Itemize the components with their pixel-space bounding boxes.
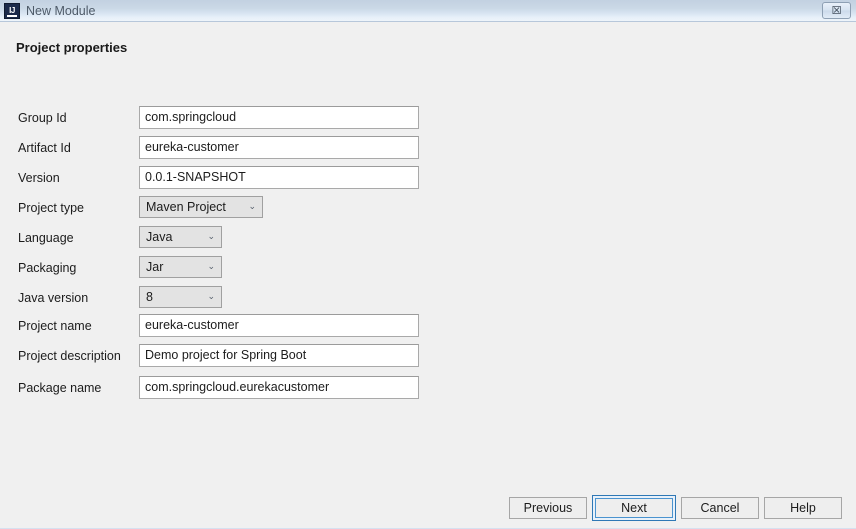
field-label: Package name — [18, 381, 102, 395]
next-button-label: Next — [595, 498, 673, 518]
dropdown-value: Java — [146, 230, 173, 244]
dialog-content: Project properties Group Id com.springclo… — [0, 22, 856, 528]
text-input[interactable]: Demo project for Spring Boot — [139, 344, 419, 367]
text-input[interactable]: 0.0.1-SNAPSHOT — [139, 166, 419, 189]
field-label: Group Id — [18, 111, 67, 125]
close-button[interactable]: ☒ — [822, 2, 851, 19]
next-button[interactable]: Next — [592, 495, 676, 521]
field-label: Project name — [18, 319, 92, 333]
field-label: Artifact Id — [18, 141, 71, 155]
chevron-down-icon: ⌄ — [207, 232, 215, 242]
new-module-dialog: IJ New Module ☒ Project properties Group… — [0, 0, 856, 529]
dropdown-select[interactable]: Java ⌄ — [139, 226, 222, 248]
field-label: Version — [18, 171, 60, 185]
cancel-button[interactable]: Cancel — [681, 497, 759, 519]
dropdown-select[interactable]: Maven Project ⌄ — [139, 196, 263, 218]
field-label: Project type — [18, 201, 85, 215]
chevron-down-icon: ⌄ — [207, 262, 215, 272]
help-button[interactable]: Help — [764, 497, 842, 519]
close-icon: ☒ — [831, 4, 842, 17]
page-title: Project properties — [16, 40, 128, 55]
dropdown-select[interactable]: Jar ⌄ — [139, 256, 222, 278]
chevron-down-icon: ⌄ — [248, 202, 256, 212]
dropdown-select[interactable]: 8 ⌄ — [139, 286, 222, 308]
previous-button[interactable]: Previous — [509, 497, 587, 519]
dropdown-value: Jar — [146, 260, 164, 274]
window-titlebar: IJ New Module ☒ — [0, 0, 856, 22]
field-label: Packaging — [18, 261, 77, 275]
field-label: Project description — [18, 349, 121, 363]
text-input[interactable]: com.springcloud — [139, 106, 419, 129]
text-input[interactable]: com.springcloud.eurekacustomer — [139, 376, 419, 399]
dialog-button-bar: Previous Next Cancel Help — [0, 494, 856, 528]
chevron-down-icon: ⌄ — [207, 292, 215, 302]
dropdown-value: 8 — [146, 290, 153, 304]
text-input[interactable]: eureka-customer — [139, 314, 419, 337]
app-icon-underline — [7, 15, 17, 17]
field-label: Java version — [18, 291, 89, 305]
intellij-idea-icon: IJ — [4, 3, 20, 19]
text-input[interactable]: eureka-customer — [139, 136, 419, 159]
window-title: New Module — [26, 4, 96, 18]
field-label: Language — [18, 231, 74, 245]
dropdown-value: Maven Project — [146, 200, 226, 214]
